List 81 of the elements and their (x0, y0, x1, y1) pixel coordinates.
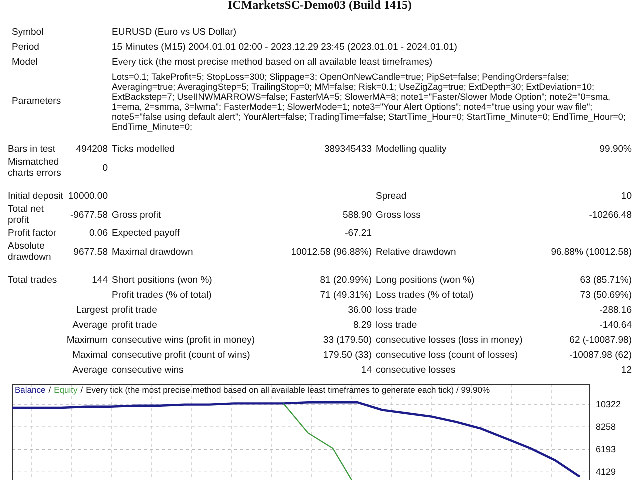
stat-value: 588.90 (342, 208, 372, 222)
stat-label: Maximal drawdown (112, 246, 194, 260)
stat-value: 14 (360, 364, 372, 378)
stat-value: 73 (50.69%) (579, 289, 632, 303)
legend-label: Equity (54, 385, 78, 395)
stat-heading: Average (72, 364, 108, 378)
stat-value: 179.50 (33) (322, 349, 372, 363)
stat-label: loss trade (376, 304, 418, 318)
axis-tick-label: 4129 (596, 467, 616, 478)
stat-value: 0 (102, 162, 108, 176)
stat-label: Gross loss (376, 208, 422, 222)
legend-label: Balance (15, 385, 46, 395)
info-label: Parameters (12, 96, 62, 108)
stat-value: 10 (620, 190, 632, 204)
stat-label: consecutive wins (profit in money) (112, 334, 256, 348)
stat-label: consecutive profit (count of wins) (112, 349, 252, 363)
axis-tick-label: 8258 (596, 422, 616, 432)
stat-value: 99.90% (598, 143, 632, 157)
info-value: EURUSD (Euro vs US Dollar) (112, 27, 238, 39)
axis-tick-label: 6193 (596, 444, 616, 455)
stat-value: 389345433 (323, 143, 372, 157)
stat-heading: Maximal (72, 349, 108, 363)
stat-value: 10000.00 (68, 190, 108, 204)
stat-heading: Maximum (66, 334, 108, 348)
stat-value: 36.00 (347, 304, 372, 318)
stat-value: 10012.58 (96.88%) (290, 246, 372, 260)
report-title: ICMarketsSC-Demo03 (Build 1415) (228, 0, 412, 13)
stat-label: loss trade (376, 319, 418, 333)
axis-tick-label: 10322 (596, 400, 622, 410)
stat-label: profit trade (112, 304, 158, 318)
stat-value: 0.06 (88, 227, 108, 241)
stat-value: 8.29 (352, 319, 372, 333)
stat-value: -10266.48 (588, 208, 632, 222)
stat-label: Absolute drawdown (8, 241, 52, 263)
stat-value: 81 (20.99%) (319, 274, 372, 288)
stat-label: Ticks modelled (112, 143, 176, 157)
stat-value: 33 (179.50) (322, 334, 372, 348)
stat-label: Initial deposit (8, 190, 64, 204)
info-label: Period (12, 42, 40, 54)
stat-label: Bars in test (8, 143, 57, 157)
stat-label: Modelling quality (376, 143, 448, 157)
info-value: Lots=0.1; TakeProfit=5; StopLoss=300; Slippage=3; OpenOnNewCandle=true; PipSet=false; PendingOrders=false; Averaging=true; AveragingStep=5; TrailingStop=0; MM=false; Risk=0.1; UseZigZag=true; ExtDepth=30; ExtDeviation=10; ExtBackstep=7; UseIINWMARROWS=false; FasterMA=5; SlowerMA=8; note1="Faster/Slower Mode Option"; note2="0=sma, 1=ema, 2=smma, 3=lwma"; FasterMode=1; SlowerMode=1; note3="Your Alert Options"; note4="true using your wav file"; note5="false using default alert"; YourAlert=false; TradingTime=false; StartTime_Hour=0; StartTime_Minute=0; EndTime_Hour=0; EndTime_Minute=0; (112, 72, 627, 132)
stat-label: Profit factor (8, 227, 58, 241)
chart-title: Every tick (the most precise method based on all available least timeframes to generate each tick) / 99.90% (86, 385, 490, 395)
stat-label: Expected payoff (112, 227, 181, 241)
stat-label: Total trades (8, 274, 58, 288)
stat-heading: Average (72, 319, 108, 333)
info-label: Model (12, 57, 39, 69)
stat-label: consecutive wins (112, 364, 185, 378)
stat-value: 96.88% (10012.58) (550, 246, 632, 260)
stat-label: Long positions (won %) (376, 274, 476, 288)
stat-label: consecutive losses (376, 364, 457, 378)
stat-value: 9677.58 (72, 246, 108, 260)
stat-label: profit trade (112, 319, 158, 333)
stat-label: consecutive loss (count of losses) (376, 349, 520, 363)
stat-label: Relative drawdown (376, 246, 458, 260)
stat-value: 62 (-10087.98) (568, 334, 632, 348)
stat-label: Mismatched charts errors (8, 157, 62, 179)
stat-value: 494208 (75, 143, 108, 157)
stat-value: -10087.98 (62) (568, 349, 632, 363)
stat-label: Short positions (won %) (112, 274, 214, 288)
stat-value: 63 (85.71%) (579, 274, 632, 288)
stat-value: -140.64 (598, 319, 632, 333)
info-label: Symbol (12, 27, 45, 39)
stat-value: 71 (49.31%) (319, 289, 372, 303)
stat-value: -67.21 (344, 227, 372, 241)
stat-value: 144 (91, 274, 108, 288)
stat-label: Spread (376, 190, 408, 204)
stat-value: 12 (620, 364, 632, 378)
legend-separator: / (80, 385, 84, 395)
stat-value: -9677.58 (69, 208, 108, 222)
stat-label: consecutive losses (loss in money) (376, 334, 524, 348)
stat-label: Profit trades (% of total) (112, 289, 213, 303)
stat-label: Loss trades (% of total) (376, 289, 475, 303)
legend-separator: / (48, 385, 52, 395)
stat-label: Gross profit (112, 208, 162, 222)
stat-label: Total net profit (8, 204, 45, 226)
stat-value: -288.16 (598, 304, 632, 318)
stat-heading: Largest (75, 304, 108, 318)
info-value: 15 Minutes (M15) 2004.01.01 02:00 - 2023.12.29 23:45 (2023.01.01 - 2024.01.01) (112, 42, 458, 54)
info-value: Every tick (the most precise method based on all available least timeframes) (112, 57, 434, 69)
